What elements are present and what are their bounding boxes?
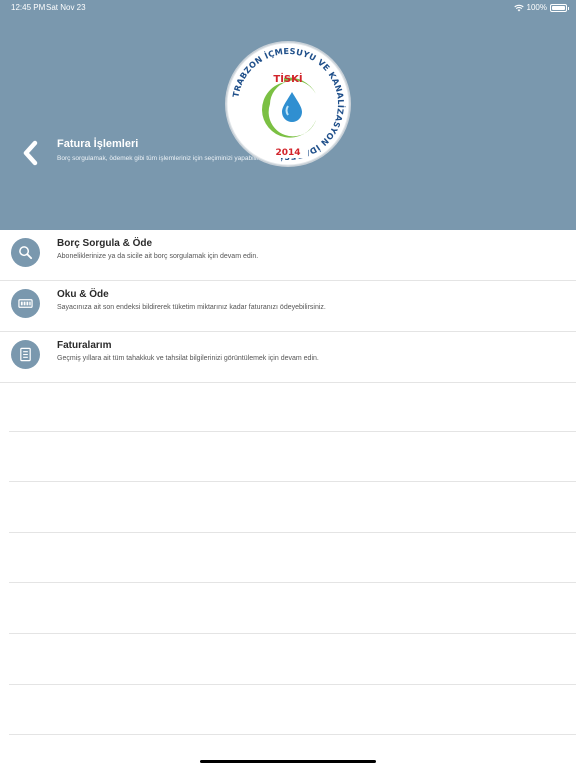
menu-item-description: Geçmiş yıllara ait tüm tahakkuk ve tahsi… (57, 355, 319, 362)
menu-icon-circle (11, 289, 40, 318)
home-indicator[interactable] (200, 760, 376, 763)
empty-row (9, 634, 576, 685)
empty-row (9, 432, 576, 483)
menu-item-title: Faturalarım (57, 340, 112, 351)
logo-year: 2014 (275, 148, 300, 158)
empty-row (9, 533, 576, 584)
status-date: Sat Nov 23 (46, 3, 86, 12)
status-time: 12:45 PM (11, 3, 46, 12)
menu-item-description: Aboneliklerinize ya da sicile ait borç s… (57, 253, 259, 260)
empty-row (9, 583, 576, 634)
menu-list: Borç Sorgula & Öde Aboneliklerinize ya d… (0, 230, 576, 383)
empty-row (9, 685, 576, 736)
logo-name: TİSKİ (273, 71, 302, 85)
battery-percentage: 100% (526, 3, 547, 12)
empty-list-rows (9, 381, 576, 736)
page-title: Fatura İşlemleri (57, 138, 139, 150)
empty-row (9, 482, 576, 533)
menu-item-faturalarim[interactable]: Faturalarım Geçmiş yıllara ait tüm tahak… (0, 332, 576, 383)
menu-item-title: Borç Sorgula & Öde (57, 238, 153, 249)
meter-icon (18, 299, 33, 308)
invoice-icon (20, 347, 31, 362)
menu-item-borc-sorgula[interactable]: Borç Sorgula & Öde Aboneliklerinize ya d… (0, 230, 576, 281)
back-button[interactable] (18, 138, 44, 168)
menu-item-oku-ode[interactable]: Oku & Öde Sayacınıza ait son endeksi bil… (0, 281, 576, 332)
status-indicators: 100% (513, 3, 569, 12)
menu-item-description: Sayacınıza ait son endeksi bildirerek tü… (57, 304, 326, 311)
wifi-icon (513, 4, 524, 11)
empty-row (9, 381, 576, 432)
menu-icon-circle (11, 340, 40, 369)
tiski-logo: TRABZON İÇMESUYU VE KANALİZASYON İDARESİ… (225, 41, 351, 167)
status-bar: 12:45 PM Sat Nov 23 100% (0, 0, 576, 14)
chevron-left-icon (23, 140, 38, 166)
search-icon (19, 246, 33, 260)
battery-icon (550, 3, 569, 12)
menu-item-title: Oku & Öde (57, 289, 109, 300)
menu-icon-circle (11, 238, 40, 267)
